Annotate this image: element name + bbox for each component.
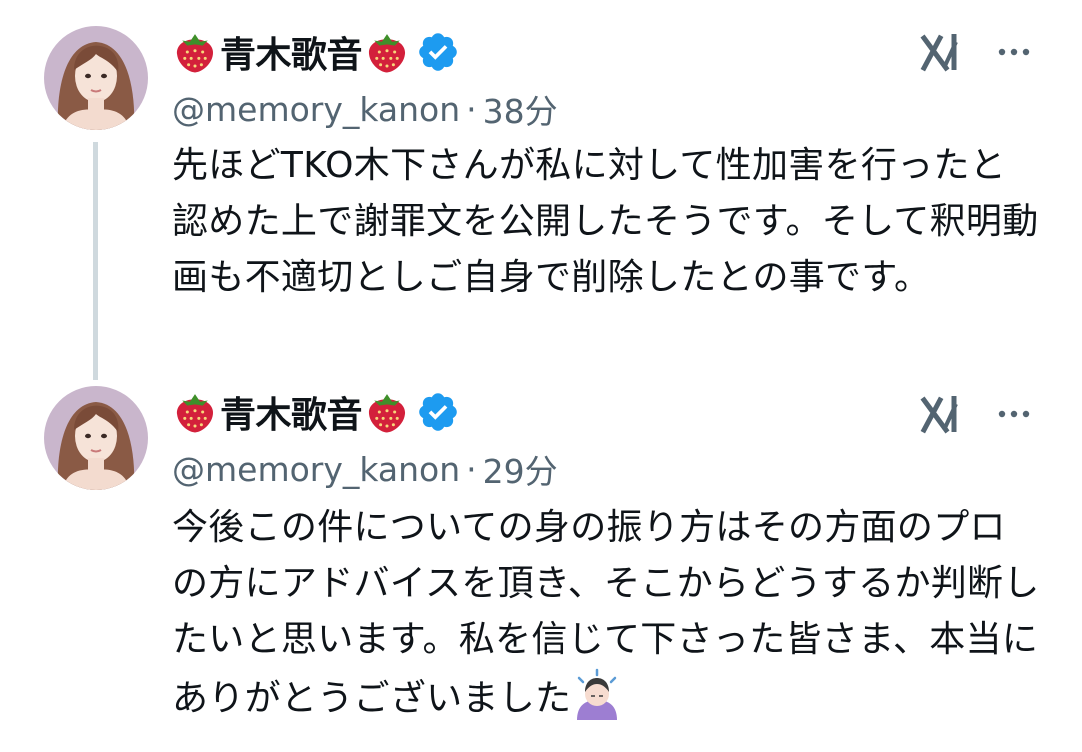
tweet-meta: @memory_kanon · 38分 [172,86,558,132]
more-icon[interactable] [994,32,1034,72]
avatar[interactable] [44,26,148,130]
strawberry-icon [364,389,410,435]
author-name-text: 青木歌音 [220,395,363,436]
tweet-meta: @memory_kanon · 29分 [172,446,558,492]
more-icon[interactable] [994,394,1034,434]
strawberry-icon [364,29,410,75]
tweet[interactable]: 青木歌音 @memory_kanon · 38分 先ほどTKO木下さんが私に対し… [0,0,1082,380]
tweet-text-container: 今後この件についての身の振り方はその方面のプロの方にアドバイスを頂き、そこからど… [172,500,1042,727]
strawberry-icon [172,389,218,435]
meta-separator: · [466,449,477,489]
author-display-name[interactable]: 青木歌音 [172,386,460,438]
tweet-text: 先ほどTKO木下さんが私に対して性加害を行ったと認めた上で謝罪文を公開したそうで… [172,145,1039,298]
grok-icon[interactable] [918,28,966,76]
author-handle[interactable]: @memory_kanon [172,450,460,489]
tweet[interactable]: 青木歌音 @memory_kanon · 29分 今後この件についての身の振り方… [0,380,1082,752]
person-bowing-icon [571,668,623,720]
tweet-timestamp[interactable]: 38分 [483,85,558,133]
verified-badge-icon[interactable] [416,30,460,74]
grok-icon[interactable] [918,390,966,438]
author-handle[interactable]: @memory_kanon [172,90,460,129]
avatar[interactable] [44,386,148,490]
author-name-text: 青木歌音 [220,35,363,76]
meta-separator: · [466,89,477,129]
author-display-name[interactable]: 青木歌音 [172,26,460,78]
tweet-timestamp[interactable]: 29分 [483,445,558,493]
tweet-header: 青木歌音 [172,384,460,440]
tweet-header: 青木歌音 [172,24,460,80]
strawberry-icon [172,29,218,75]
verified-badge-icon[interactable] [416,390,460,434]
